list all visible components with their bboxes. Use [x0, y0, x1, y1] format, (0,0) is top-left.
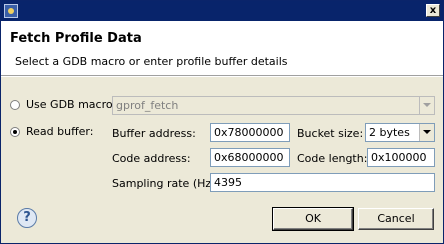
gdb-macro-combo: gprof_fetch	[112, 96, 435, 115]
chevron-down-icon[interactable]	[419, 124, 434, 141]
sampling-rate-label: Sampling rate (Hz):	[112, 177, 220, 190]
page-description: Select a GDB macro or enter profile buff…	[15, 55, 288, 68]
page-title: Fetch Profile Data	[10, 31, 142, 46]
code-address-label: Code address:	[112, 152, 191, 165]
cancel-button[interactable]: Cancel	[358, 208, 434, 230]
fetch-profile-dialog: x Fetch Profile Data Select a GDB macro …	[0, 0, 444, 244]
code-length-input[interactable]: 0x100000	[367, 148, 435, 167]
title-bar[interactable]: x	[1, 1, 443, 21]
ok-button[interactable]: OK	[272, 207, 354, 231]
chevron-down-icon	[419, 97, 434, 114]
bucket-size-combo[interactable]: 2 bytes	[365, 123, 435, 142]
help-icon[interactable]: ?	[17, 208, 37, 228]
bucket-size-label: Bucket size:	[297, 127, 364, 140]
header-divider	[1, 76, 443, 77]
dialog-header: Fetch Profile Data Select a GDB macro or…	[1, 21, 443, 76]
bucket-size-value: 2 bytes	[369, 126, 410, 139]
code-length-label: Code length:	[297, 152, 368, 165]
gdb-macro-radio[interactable]	[10, 100, 20, 110]
code-address-input[interactable]: 0x68000000	[210, 148, 290, 167]
read-buffer-radio[interactable]	[10, 127, 20, 137]
sampling-rate-input[interactable]: 4395	[210, 173, 435, 192]
buffer-address-input[interactable]: 0x78000000	[210, 123, 290, 142]
buffer-address-label: Buffer address:	[112, 127, 196, 140]
app-icon	[4, 4, 18, 18]
gdb-macro-label[interactable]: Use GDB macro:	[26, 98, 116, 111]
gdb-macro-value: gprof_fetch	[116, 99, 179, 112]
read-buffer-label[interactable]: Read buffer:	[26, 125, 93, 138]
close-button[interactable]: x	[426, 4, 440, 17]
